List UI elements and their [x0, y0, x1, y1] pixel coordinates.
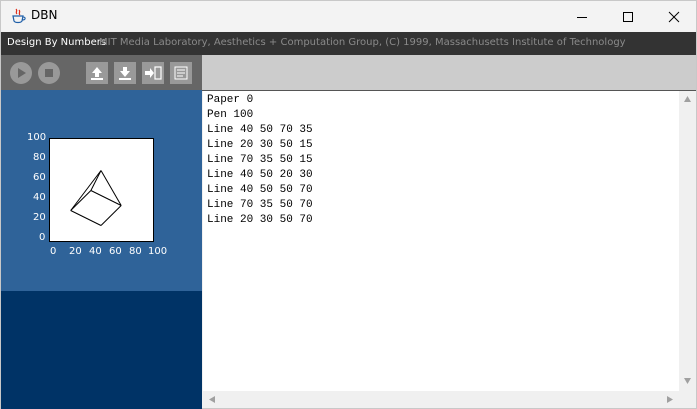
maximize-button[interactable] [605, 1, 651, 32]
y-tick-label: 0 [39, 232, 46, 243]
horizontal-scrollbar[interactable] [203, 391, 679, 408]
export-icon [145, 66, 162, 80]
y-tick-label: 100 [27, 132, 47, 143]
x-tick-label: 40 [89, 246, 102, 257]
code-editor[interactable]: Paper 0 Pen 100 Line 40 50 70 35 Line 20 30… [203, 91, 679, 391]
code-line: Line 20 30 50 15 [207, 139, 313, 151]
y-tick-label: 80 [33, 152, 46, 163]
code-line: Paper 0 [207, 94, 254, 106]
app-name: Design By Numbers [7, 37, 107, 48]
display-panel-lower [1, 291, 202, 409]
close-button[interactable] [651, 1, 697, 32]
app-window: DBN Design By Numbers MIT Media Laborato… [0, 0, 697, 409]
java-app-icon [12, 8, 26, 24]
x-tick-label: 100 [148, 246, 168, 257]
upload-icon [91, 67, 103, 80]
y-tick-label: 40 [33, 192, 46, 203]
dbn-canvas[interactable] [49, 138, 154, 242]
maximize-icon [623, 11, 633, 22]
y-tick-label: 60 [33, 172, 46, 183]
upload-button[interactable] [86, 62, 108, 84]
download-icon [119, 67, 131, 80]
toolbar [1, 55, 202, 90]
code-line: Line 40 50 20 30 [207, 169, 313, 181]
stop-icon [45, 69, 53, 77]
minimize-icon [577, 16, 587, 18]
vertical-scrollbar[interactable] [679, 91, 696, 391]
app-header: Design By Numbers MIT Media Laboratory, … [1, 32, 696, 55]
play-icon [18, 68, 26, 78]
code-line: Line 40 50 70 35 [207, 124, 313, 136]
code-line: Line 70 35 50 15 [207, 154, 313, 166]
code-line: Line 40 50 50 70 [207, 184, 313, 196]
display-panel: 100 80 60 40 20 0 0 20 40 60 80 100 [1, 90, 202, 291]
toolbar-spacer [202, 55, 696, 90]
x-tick-label: 60 [109, 246, 122, 257]
code-line: Line 20 30 50 70 [207, 214, 313, 226]
run-button[interactable] [10, 62, 32, 84]
print-button[interactable] [170, 62, 192, 84]
y-tick-label: 20 [33, 212, 46, 223]
window-title: DBN [31, 8, 58, 22]
scroll-down-icon[interactable] [683, 377, 692, 385]
print-icon [174, 66, 188, 80]
title-bar: DBN [1, 1, 696, 32]
credit-text: MIT Media Laboratory, Aesthetics + Compu… [99, 37, 626, 48]
scroll-right-icon[interactable] [666, 395, 674, 404]
code-line: Line 70 35 50 70 [207, 199, 313, 211]
scroll-up-icon[interactable] [683, 95, 692, 103]
x-tick-label: 0 [50, 246, 57, 257]
scroll-corner [679, 391, 696, 408]
close-icon [668, 11, 680, 22]
code-line: Pen 100 [207, 109, 254, 121]
minimize-button[interactable] [559, 1, 605, 32]
export-button[interactable] [142, 62, 164, 84]
x-tick-label: 80 [129, 246, 142, 257]
download-button[interactable] [114, 62, 136, 84]
stop-button[interactable] [38, 62, 60, 84]
x-tick-label: 20 [69, 246, 82, 257]
scroll-left-icon[interactable] [208, 395, 216, 404]
